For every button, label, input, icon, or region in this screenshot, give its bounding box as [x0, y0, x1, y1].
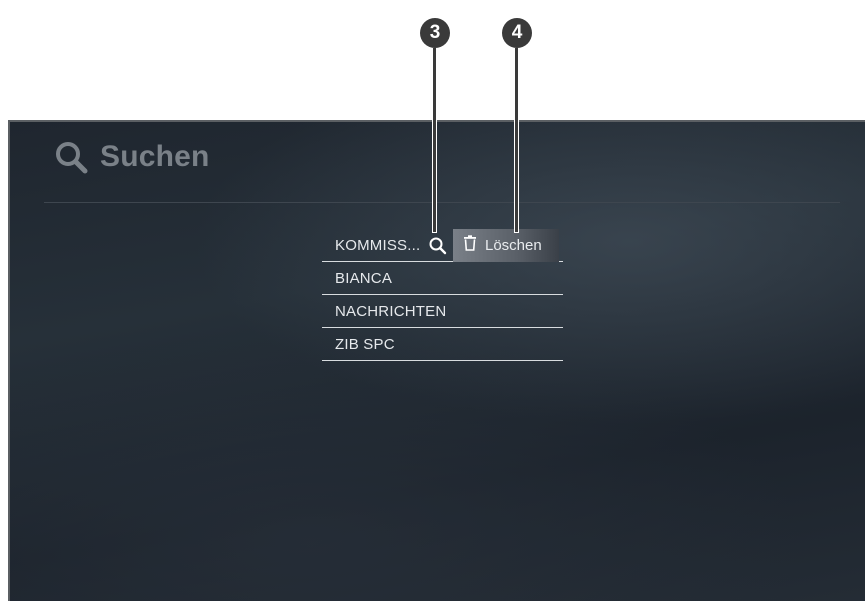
search-icon[interactable]	[428, 236, 448, 256]
history-item[interactable]: BIANCA	[322, 262, 563, 295]
page-title: Suchen	[100, 140, 210, 173]
tv-screen-annotated: Suchen KOMMISS... Löschen BIANCA NACHRIC…	[0, 0, 865, 601]
history-item-label: ZIB SPC	[335, 335, 395, 353]
search-history-list: KOMMISS... Löschen BIANCA NACHRICHTEN ZI…	[322, 229, 563, 361]
trash-icon	[463, 235, 477, 256]
history-item-label: NACHRICHTEN	[335, 302, 447, 320]
history-item-label: KOMMISS...	[335, 236, 421, 254]
history-item[interactable]: NACHRICHTEN	[322, 295, 563, 328]
header-divider	[44, 202, 840, 203]
history-item-label: BIANCA	[335, 269, 393, 287]
search-header: Suchen	[54, 140, 210, 174]
delete-button[interactable]: Löschen	[453, 229, 559, 262]
history-item[interactable]: ZIB SPC	[322, 328, 563, 361]
callout-4-leader	[515, 48, 518, 232]
search-screen: Suchen KOMMISS... Löschen BIANCA NACHRIC…	[8, 120, 865, 601]
history-item[interactable]: KOMMISS... Löschen	[322, 229, 563, 262]
delete-button-label: Löschen	[485, 237, 542, 254]
callout-3-leader	[433, 48, 436, 232]
search-icon	[54, 140, 88, 174]
callout-3-badge: 3	[420, 18, 450, 48]
callout-4-badge: 4	[502, 18, 532, 48]
